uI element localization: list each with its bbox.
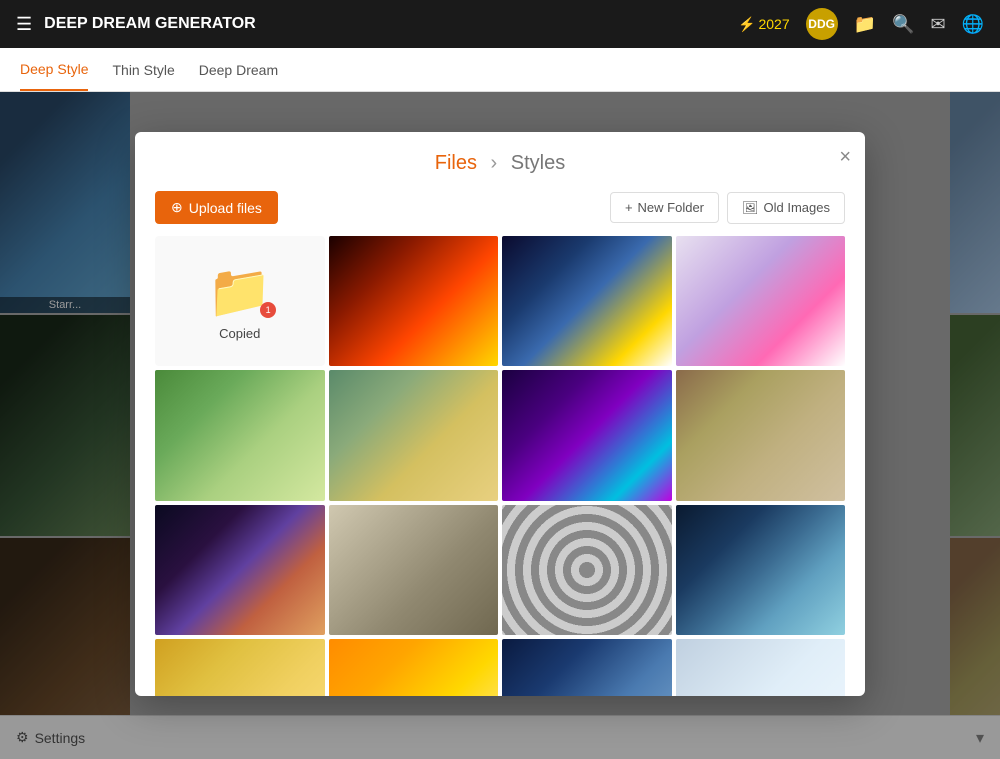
grid-image-orange[interactable] (329, 639, 499, 696)
folder-name: Copied (219, 326, 260, 341)
folder-icon[interactable]: 📁 (854, 14, 876, 35)
grid-image-wheat[interactable] (329, 370, 499, 500)
folder-icon: 📁 1 (207, 261, 272, 322)
breadcrumb-separator: › (491, 152, 498, 174)
background-area: Starr... ⚙ Settings ▾ Files › Styles × (0, 92, 1000, 759)
tabs-bar: Deep Style Thin Style Deep Dream (0, 48, 1000, 92)
grid-image-arch[interactable] (329, 505, 499, 635)
mail-icon[interactable]: ✉ (930, 14, 945, 35)
header: ☰ DEEP DREAM GENERATOR ⚡ 2027 DDG 📁 🔍 ✉ … (0, 0, 1000, 48)
globe-icon[interactable]: 🌐 (962, 14, 984, 35)
avatar[interactable]: DDG (806, 8, 838, 40)
tab-deep-style[interactable]: Deep Style (20, 49, 88, 91)
grid-image-fire[interactable] (329, 236, 499, 366)
modal-title: Files › Styles (155, 152, 845, 175)
breadcrumb-files[interactable]: Files (435, 152, 477, 174)
tab-deep-dream[interactable]: Deep Dream (199, 50, 278, 90)
grid-image-yellow[interactable] (155, 639, 325, 696)
grid-image-white-figure[interactable] (676, 639, 846, 696)
grid-image-dance[interactable] (676, 370, 846, 500)
grid-image-monster[interactable] (676, 236, 846, 366)
header-actions: ⚡ 2027 DDG 📁 🔍 ✉ 🌐 (738, 8, 984, 40)
folder-badge: 1 (260, 302, 276, 318)
grid-image-blue-swirl[interactable] (502, 639, 672, 696)
modal-toolbar: ⊕ Upload files + New Folder 🖼 Old Images (135, 191, 865, 236)
grid-image-park[interactable] (155, 370, 325, 500)
folder-item-copied[interactable]: 📁 1 Copied (155, 236, 325, 366)
plus-icon: + (625, 200, 633, 215)
grid-image-nebula[interactable] (155, 505, 325, 635)
modal-overlay: Files › Styles × ⊕ Upload files + New Fo… (0, 92, 1000, 759)
new-folder-button[interactable]: + New Folder (610, 192, 719, 223)
lightning-icon: ⚡ (738, 16, 755, 33)
grid-image-circles[interactable] (502, 505, 672, 635)
modal-close-button[interactable]: × (839, 146, 851, 169)
tab-thin-style[interactable]: Thin Style (112, 50, 174, 90)
app-title: DEEP DREAM GENERATOR (44, 15, 726, 33)
upload-files-button[interactable]: ⊕ Upload files (155, 191, 278, 224)
grid-image-starry[interactable] (502, 236, 672, 366)
upload-icon: ⊕ (171, 199, 183, 216)
grid-image-fractal[interactable] (502, 370, 672, 500)
image-icon: 🖼 (742, 200, 759, 216)
grid-image-bridge[interactable] (676, 505, 846, 635)
breadcrumb-current: Styles (511, 152, 565, 174)
file-grid: 📁 1 Copied (135, 236, 865, 696)
files-modal: Files › Styles × ⊕ Upload files + New Fo… (135, 132, 865, 696)
modal-header: Files › Styles × (135, 132, 865, 191)
energy-display: ⚡ 2027 (738, 16, 790, 33)
menu-icon[interactable]: ☰ (16, 14, 32, 35)
search-icon[interactable]: 🔍 (892, 14, 914, 35)
old-images-button[interactable]: 🖼 Old Images (727, 192, 845, 224)
